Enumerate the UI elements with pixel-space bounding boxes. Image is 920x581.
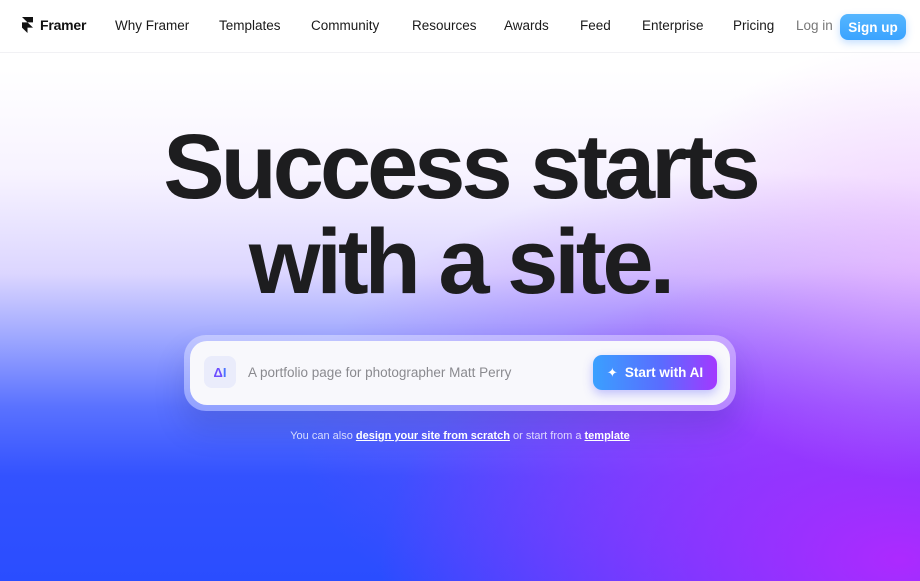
ai-prompt-box: ΔI ✦ Start with AI xyxy=(184,335,736,411)
signup-button[interactable]: Sign up xyxy=(840,14,906,40)
ai-icon: ΔI xyxy=(204,356,236,388)
headline-line-1: Success starts xyxy=(163,116,761,218)
sub-prefix: You can also xyxy=(290,430,353,442)
nav-awards[interactable]: Awards xyxy=(504,18,549,33)
ai-icon-bar: I xyxy=(222,364,227,380)
nav-why-framer[interactable]: Why Framer xyxy=(115,18,189,33)
top-navigation: Framer Why Framer Templates Community Re… xyxy=(0,0,920,53)
ai-icon-triangle: Δ xyxy=(213,364,223,380)
nav-community[interactable]: Community xyxy=(311,18,379,33)
alternative-options-text: You can also design your site from scrat… xyxy=(0,430,920,442)
framer-logo[interactable]: Framer xyxy=(22,17,86,33)
ai-prompt-inner: ΔI ✦ Start with AI xyxy=(190,341,730,405)
framer-logo-icon xyxy=(22,17,33,33)
login-link[interactable]: Log in xyxy=(796,18,833,33)
start-with-ai-label: Start with AI xyxy=(624,365,704,380)
nav-resources[interactable]: Resources xyxy=(412,18,477,33)
nav-enterprise[interactable]: Enterprise xyxy=(642,18,704,33)
sub-middle: or start from a xyxy=(512,430,582,442)
ai-prompt-input[interactable] xyxy=(248,355,578,389)
sparkle-icon: ✦ xyxy=(606,365,618,380)
design-from-scratch-link[interactable]: design your site from scratch xyxy=(356,430,510,442)
headline-line-2: with a site. xyxy=(248,211,675,313)
nav-feed[interactable]: Feed xyxy=(580,18,611,33)
nav-pricing[interactable]: Pricing xyxy=(733,18,774,33)
template-link[interactable]: template xyxy=(585,430,630,442)
brand-name: Framer xyxy=(40,17,87,33)
start-with-ai-button[interactable]: ✦ Start with AI xyxy=(593,355,717,390)
nav-templates[interactable]: Templates xyxy=(219,18,281,33)
hero-headline: Success starts with a site. xyxy=(0,120,920,310)
